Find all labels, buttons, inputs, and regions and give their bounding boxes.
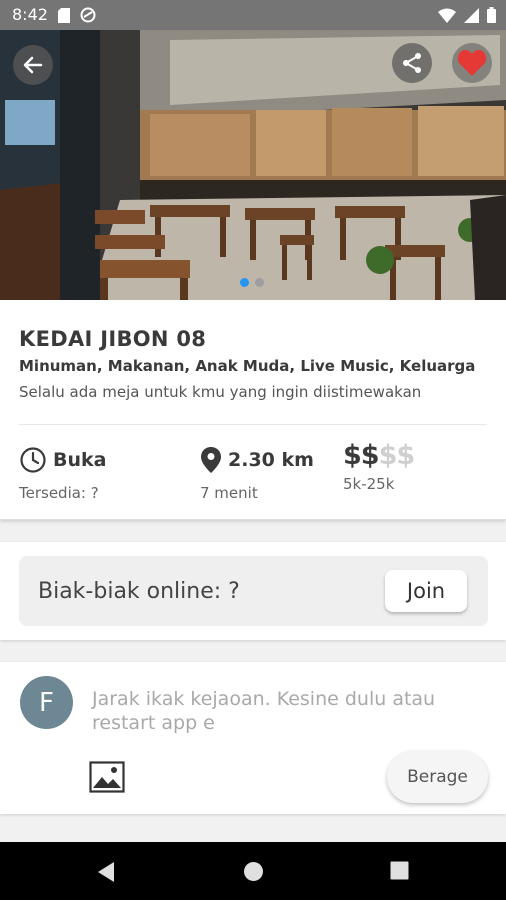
- join-button[interactable]: Join: [385, 570, 467, 612]
- share-icon: [403, 53, 421, 73]
- carousel-dot[interactable]: [240, 278, 249, 287]
- avatar: F: [20, 676, 73, 729]
- venue-photo-carousel[interactable]: [0, 30, 506, 300]
- heart-icon: [457, 50, 487, 76]
- post-input[interactable]: Jarak ikak kejaoan. Kesine dulu atau res…: [92, 687, 472, 735]
- carousel-indicator: [240, 278, 264, 287]
- wifi-icon: [438, 8, 456, 23]
- venue-tagline: Selalu ada meja untuk kmu yang ingin dii…: [19, 383, 422, 401]
- recents-square-icon: [390, 861, 409, 880]
- venue-info-card: KEDAI JIBON 08 Minuman, Makanan, Anak Mu…: [0, 300, 506, 520]
- travel-time: 7 menit: [200, 484, 258, 502]
- online-count-label: Biak-biak online: ?: [38, 579, 240, 604]
- distance-info: 2.30 km 7 menit: [200, 446, 314, 502]
- status-bar: 8:42: [0, 0, 506, 30]
- location-pin-icon: [201, 447, 221, 473]
- back-triangle-icon: [98, 862, 114, 882]
- back-button[interactable]: [13, 45, 53, 85]
- distance-label: 2.30 km: [228, 449, 314, 471]
- price-range: 5k-25k: [343, 475, 395, 493]
- navigation-bar: [0, 842, 506, 900]
- open-status: Buka Tersedia: ?: [19, 446, 106, 502]
- battery-icon: [487, 7, 496, 23]
- availability-text: Tersedia: ?: [19, 484, 99, 502]
- price-inactive: $$: [378, 440, 416, 471]
- attach-image-button[interactable]: [89, 761, 125, 797]
- divider: [19, 424, 487, 425]
- send-button[interactable]: Berage: [387, 751, 488, 803]
- clock-icon: [20, 447, 46, 473]
- nav-home-button[interactable]: [243, 861, 264, 886]
- price-active: $$: [343, 440, 380, 471]
- venue-name: KEDAI JIBON 08: [19, 327, 207, 351]
- favorite-button[interactable]: [452, 43, 492, 83]
- post-composer: F Jarak ikak kejaoan. Kesine dulu atau r…: [0, 662, 506, 814]
- do-not-disturb-icon: [80, 7, 96, 23]
- price-level: $$$$ 5k-25k: [343, 440, 416, 493]
- arrow-left-icon: [23, 56, 43, 74]
- home-circle-icon: [244, 862, 263, 881]
- share-button[interactable]: [392, 43, 432, 83]
- nav-recents-button[interactable]: [390, 861, 409, 884]
- status-time: 8:42: [12, 5, 48, 24]
- open-status-label: Buka: [53, 449, 107, 471]
- signal-icon: [464, 7, 479, 23]
- online-card: Biak-biak online: ? Join: [0, 542, 506, 640]
- carousel-dot[interactable]: [255, 278, 264, 287]
- image-icon: [89, 761, 125, 793]
- sd-card-icon: [58, 7, 70, 23]
- venue-categories: Minuman, Makanan, Anak Muda, Live Music,…: [19, 357, 476, 375]
- nav-back-button[interactable]: [96, 861, 116, 887]
